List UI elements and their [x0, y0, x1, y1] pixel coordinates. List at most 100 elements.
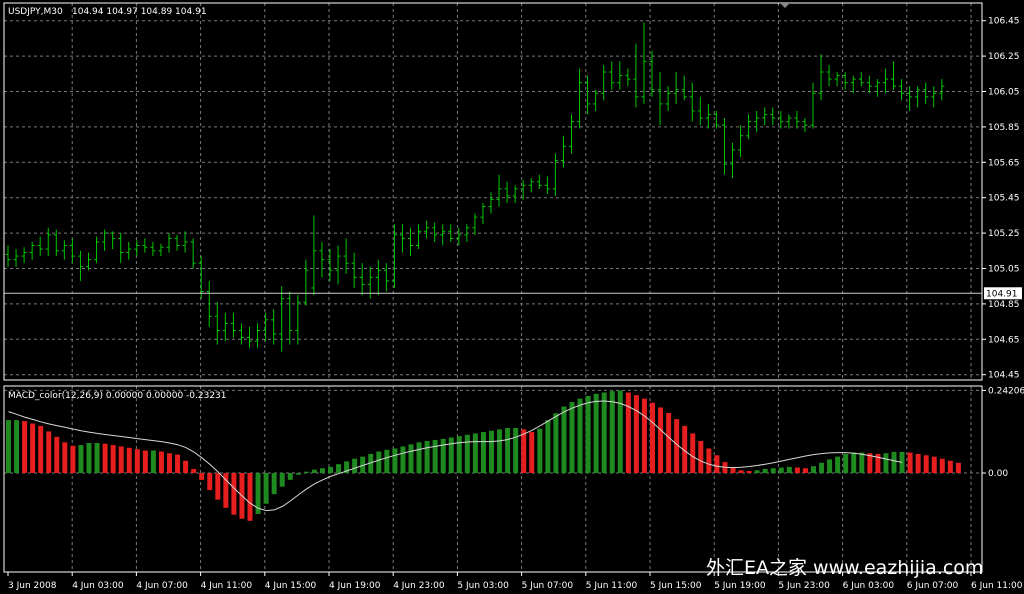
macd-histogram-bar: [835, 456, 841, 474]
time-tick-label: 5 Jun 23:00: [778, 581, 830, 591]
macd-histogram-bar: [859, 452, 865, 474]
macd-histogram-bar: [86, 442, 92, 474]
macd-histogram-bar: [392, 448, 398, 474]
macd-histogram-bar: [207, 473, 213, 491]
macd-histogram-bar: [167, 453, 172, 474]
macd-histogram-bar: [22, 421, 28, 474]
macd-histogram-bar: [247, 473, 253, 521]
macd-histogram-bar: [416, 442, 422, 474]
macd-histogram-bar: [754, 470, 760, 474]
macd-histogram-bar: [593, 393, 599, 474]
macd-histogram-bar: [94, 442, 100, 474]
macd-histogram-bar: [955, 462, 961, 474]
macd-histogram-bar: [786, 466, 792, 474]
macd-histogram-bar: [561, 406, 567, 474]
macd-histogram-bar: [6, 420, 11, 474]
macd-histogram-bar: [102, 443, 108, 474]
macd-histogram-bar: [263, 473, 269, 504]
time-tick-label: 4 Jun 15:00: [265, 581, 317, 591]
macd-histogram-bar: [456, 436, 462, 474]
macd-histogram-bar: [384, 449, 390, 474]
macd-histogram-bar: [480, 432, 486, 474]
macd-histogram-bar: [126, 447, 132, 474]
macd-histogram-bar: [585, 395, 591, 474]
macd-histogram-bar: [658, 407, 664, 474]
chart-canvas: 106.45 106.25 106.05 105.85 105.65 105.45 105.…: [0, 0, 1024, 594]
macd-tick-label: 0.24206: [988, 386, 1024, 396]
macd-histogram-bar: [424, 440, 430, 474]
macd-histogram-bar: [778, 467, 784, 474]
macd-histogram-bar: [923, 455, 929, 474]
macd-histogram-bar: [118, 446, 124, 474]
macd-histogram-bar: [497, 429, 503, 474]
macd-histogram-bar: [271, 473, 277, 495]
macd-histogram-bar: [70, 445, 76, 474]
macd-histogram-bar: [931, 456, 937, 474]
price-tick-label: 105.85: [988, 123, 1020, 133]
macd-histogram-bar: [505, 427, 511, 474]
macd-histogram-bar: [513, 427, 519, 474]
macd-histogram-bar: [287, 473, 293, 480]
price-tick-label: 105.05: [988, 264, 1020, 274]
chart-background: [0, 0, 1024, 594]
macd-histogram-bar: [110, 445, 116, 474]
macd-histogram-bar: [666, 412, 672, 474]
watermark-text: 外汇EA之家 www.eazhijia.com: [706, 557, 983, 579]
macd-histogram-bar: [698, 440, 704, 474]
macd-histogram-bar: [811, 466, 816, 474]
price-tick-label: 105.45: [988, 194, 1020, 204]
macd-histogram-bar: [175, 454, 181, 474]
macd-histogram-bar: [489, 430, 494, 474]
macd-histogram-bar: [650, 402, 655, 474]
macd-histogram-bar: [142, 450, 148, 474]
macd-histogram-bar: [78, 445, 84, 474]
macd-histogram-bar: [30, 423, 36, 474]
ohlc-label: 104.94 104.97 104.89 104.91: [72, 7, 207, 17]
macd-histogram-bar: [400, 446, 406, 474]
macd-histogram-bar: [802, 468, 808, 474]
macd-histogram-bar: [746, 470, 752, 474]
macd-histogram-bar: [545, 420, 551, 474]
macd-histogram-bar: [947, 460, 953, 474]
macd-histogram-bar: [569, 402, 575, 474]
macd-histogram-bar: [521, 429, 527, 474]
macd-histogram-bar: [819, 462, 825, 474]
price-tick-label: 104.65: [988, 335, 1020, 345]
indicator-label: MACD_color(12,26,9) 0.00000 0.00000 -0.2…: [8, 391, 227, 401]
time-tick-label: 6 Jun 07:00: [907, 581, 959, 591]
time-tick-label: 3 Jun 2008: [8, 581, 57, 591]
macd-histogram-bar: [714, 455, 720, 474]
macd-histogram-bar: [939, 458, 945, 474]
price-tick-label: 105.25: [988, 229, 1020, 239]
macd-histogram-bar: [625, 392, 631, 474]
macd-histogram-bar: [690, 433, 696, 474]
macd-histogram-bar: [46, 431, 52, 474]
time-tick-label: 6 Jun 03:00: [843, 581, 895, 591]
macd-histogram-bar: [641, 398, 647, 474]
macd-histogram-bar: [352, 458, 358, 474]
macd-histogram-bar: [279, 473, 285, 487]
macd-histogram-bar: [440, 438, 446, 474]
macd-histogram-bar: [319, 468, 325, 474]
macd-histogram-bar: [601, 392, 607, 474]
macd-histogram-bar: [336, 464, 342, 474]
price-tick-label: 106.25: [988, 52, 1020, 62]
time-tick-label: 6 Jun 11:00: [971, 581, 1023, 591]
macd-histogram-bar: [843, 453, 849, 474]
time-tick-label: 4 Jun 11:00: [201, 581, 253, 591]
macd-histogram-bar: [134, 449, 140, 474]
macd-histogram-bar: [907, 452, 913, 474]
macd-histogram-bar: [577, 398, 583, 474]
macd-histogram-bar: [303, 471, 309, 474]
macd-histogram-bar: [706, 448, 712, 474]
price-tick-label: 104.85: [988, 300, 1020, 310]
macd-histogram-bar: [915, 453, 921, 474]
macd-histogram-bar: [199, 473, 205, 480]
macd-histogram-bar: [609, 391, 615, 474]
macd-histogram-bar: [231, 473, 237, 515]
macd-histogram-bar: [295, 473, 301, 475]
macd-histogram-bar: [537, 428, 543, 474]
macd-histogram-bar: [376, 451, 382, 474]
macd-histogram-bar: [311, 469, 317, 474]
time-tick-label: 4 Jun 23:00: [393, 581, 445, 591]
